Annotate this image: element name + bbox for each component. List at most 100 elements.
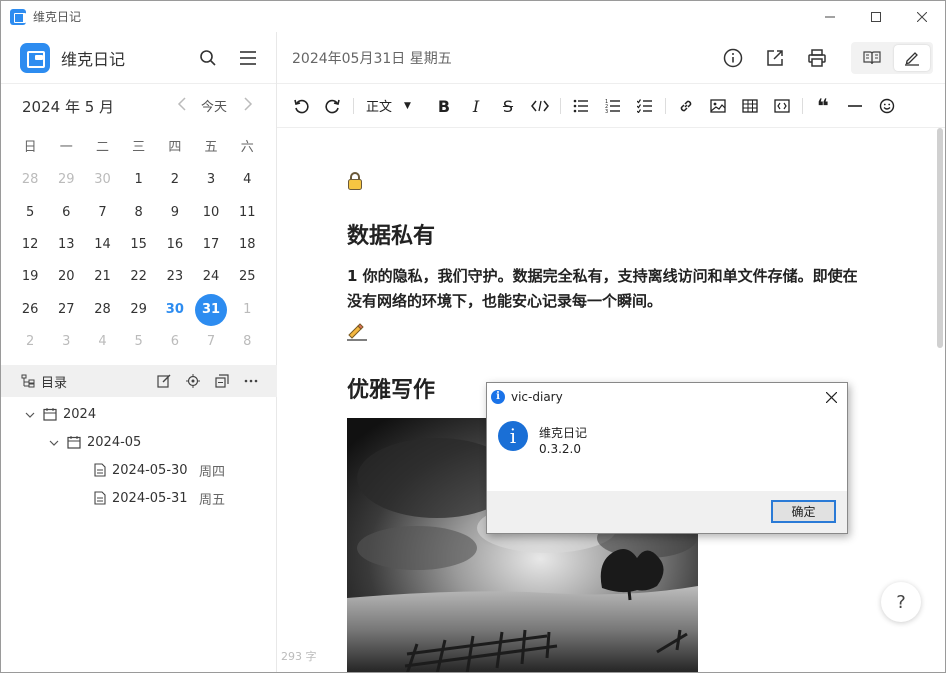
toolbar-divider xyxy=(560,98,561,114)
ordered-list-button[interactable]: 123 xyxy=(602,95,624,117)
calendar-day[interactable]: 7 xyxy=(193,326,229,358)
calendar-day[interactable]: 14 xyxy=(84,229,120,261)
calendar-day[interactable]: 28 xyxy=(12,164,48,196)
collapse-button[interactable] xyxy=(214,373,230,389)
image-button[interactable] xyxy=(707,95,729,117)
calendar-day[interactable]: 6 xyxy=(157,326,193,358)
calendar-day[interactable]: 18 xyxy=(229,229,265,261)
calendar-day[interactable]: 25 xyxy=(229,261,265,293)
edit-mode-button[interactable] xyxy=(894,45,930,71)
calendar-day[interactable]: 8 xyxy=(121,197,157,229)
calendar-icon xyxy=(67,436,81,449)
quote-button[interactable]: ❝ xyxy=(812,94,834,118)
about-dialog: i vic-diary i 维克日记 0.3.2.0 确定 xyxy=(486,382,848,534)
calendar-day[interactable]: 10 xyxy=(193,197,229,229)
tree-entry-date: 2024-05-30 xyxy=(112,462,188,478)
calendar-day[interactable]: 4 xyxy=(229,164,265,196)
tree-node-month[interactable]: 2024-05 xyxy=(1,428,277,456)
book-icon xyxy=(863,51,881,65)
ok-button[interactable]: 确定 xyxy=(771,500,836,523)
calendar-day[interactable]: 19 xyxy=(12,261,48,293)
info-button[interactable] xyxy=(722,47,744,69)
print-button[interactable] xyxy=(806,47,828,69)
search-button[interactable] xyxy=(197,47,219,69)
dialog-close-button[interactable] xyxy=(821,387,841,407)
calendar-week-row: 5 6 7 8 9 10 11 xyxy=(12,197,266,229)
calendar-day[interactable]: 30 xyxy=(84,164,120,196)
next-month-button[interactable] xyxy=(243,96,253,115)
italic-button[interactable]: I xyxy=(465,95,487,117)
more-button[interactable] xyxy=(243,373,259,389)
link-button[interactable] xyxy=(675,95,697,117)
table-button[interactable] xyxy=(739,95,761,117)
calendar-day[interactable]: 2 xyxy=(157,164,193,196)
tree-node-year[interactable]: 2024 xyxy=(1,400,277,428)
dialog-body: i 维克日记 0.3.2.0 xyxy=(487,411,847,491)
calendar-day[interactable]: 30 xyxy=(157,294,193,326)
calendar-day[interactable]: 13 xyxy=(48,229,84,261)
undo-button[interactable] xyxy=(290,95,312,117)
calendar-day[interactable]: 17 xyxy=(193,229,229,261)
calendar-day[interactable]: 22 xyxy=(121,261,157,293)
minimize-button[interactable] xyxy=(807,1,853,32)
calendar-day[interactable]: 11 xyxy=(229,197,265,229)
heading-select[interactable]: 正文 ▼ xyxy=(366,96,411,115)
bold-button[interactable]: B xyxy=(433,95,455,117)
calendar-day[interactable]: 26 xyxy=(12,294,48,326)
close-button[interactable] xyxy=(899,1,945,32)
code-button[interactable] xyxy=(529,95,551,117)
calendar-day-number: 11 xyxy=(238,204,256,220)
editor-toolbar: 正文 ▼ B I S 123 ❝ xyxy=(277,84,945,128)
menu-button[interactable] xyxy=(237,47,259,69)
title-bar: 维克日记 xyxy=(1,1,945,32)
weekday-label: 一 xyxy=(59,140,73,156)
export-icon xyxy=(767,50,783,66)
divider-button[interactable] xyxy=(844,95,866,117)
calendar-day[interactable]: 21 xyxy=(84,261,120,293)
calendar-day[interactable]: 1 xyxy=(229,294,265,326)
today-button[interactable]: 今天 xyxy=(201,96,227,115)
code-block-button[interactable] xyxy=(771,95,793,117)
calendar-day[interactable]: 29 xyxy=(48,164,84,196)
export-button[interactable] xyxy=(764,47,786,69)
prev-month-button[interactable] xyxy=(177,96,187,115)
calendar-day[interactable]: 5 xyxy=(121,326,157,358)
calendar-day[interactable]: 7 xyxy=(84,197,120,229)
calendar-day[interactable]: 15 xyxy=(121,229,157,261)
calendar-day[interactable]: 23 xyxy=(157,261,193,293)
calendar-day[interactable]: 24 xyxy=(193,261,229,293)
editor-scrollbar[interactable] xyxy=(937,128,943,348)
calendar-day[interactable]: 4 xyxy=(84,326,120,358)
calendar-day[interactable]: 12 xyxy=(12,229,48,261)
tree-entry[interactable]: 2024-05-30 周四 xyxy=(1,456,277,484)
calendar-day[interactable]: 6 xyxy=(48,197,84,229)
maximize-button[interactable] xyxy=(853,1,899,32)
task-list-button[interactable] xyxy=(634,95,656,117)
calendar-day[interactable]: 29 xyxy=(121,294,157,326)
calendar-day[interactable]: 8 xyxy=(229,326,265,358)
strikethrough-icon: S xyxy=(502,96,514,116)
calendar-day[interactable]: 31 xyxy=(193,293,229,326)
calendar-day[interactable]: 16 xyxy=(157,229,193,261)
calendar-day[interactable]: 28 xyxy=(84,294,120,326)
close-icon xyxy=(825,391,837,403)
help-button[interactable]: ? xyxy=(881,582,921,622)
tree-entry-selected[interactable]: 2024-05-31 周五 xyxy=(1,484,277,512)
read-mode-button[interactable] xyxy=(854,45,890,71)
strikethrough-button[interactable]: S xyxy=(497,95,519,117)
info-icon: i xyxy=(498,421,528,451)
calendar-day[interactable]: 2 xyxy=(12,326,48,358)
edit-toc-button[interactable] xyxy=(156,373,172,389)
calendar-day[interactable]: 9 xyxy=(157,197,193,229)
calendar-day[interactable]: 5 xyxy=(12,197,48,229)
calendar-day[interactable]: 20 xyxy=(48,261,84,293)
calendar-day[interactable]: 1 xyxy=(121,164,157,196)
bullet-list-button[interactable] xyxy=(570,95,592,117)
calendar-day[interactable]: 3 xyxy=(48,326,84,358)
emoji-button[interactable] xyxy=(876,95,898,117)
calendar-day[interactable]: 3 xyxy=(193,164,229,196)
locate-button[interactable] xyxy=(185,373,201,389)
calendar-day[interactable]: 27 xyxy=(48,294,84,326)
redo-button[interactable] xyxy=(322,95,344,117)
chevron-down-icon xyxy=(23,408,37,421)
